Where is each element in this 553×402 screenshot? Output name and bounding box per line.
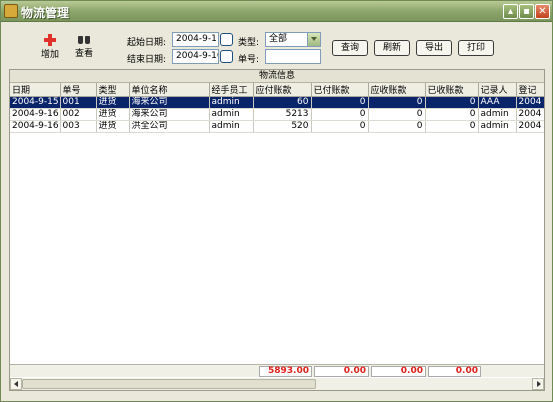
table-cell: 0 [368, 108, 426, 121]
table-cell: 2004 [516, 120, 544, 133]
table-cell: 0 [368, 96, 426, 109]
column-header[interactable]: 记录人 [478, 83, 517, 97]
column-header[interactable]: 单号 [60, 83, 97, 97]
scroll-right-icon[interactable] [532, 378, 544, 390]
binoculars-icon [78, 34, 90, 45]
column-header[interactable]: 经手员工 [209, 83, 254, 97]
table-cell: 60 [253, 96, 312, 109]
table-cell: admin [478, 108, 517, 121]
table-cell: admin [209, 120, 254, 133]
table-cell: 海来公司 [129, 96, 210, 109]
column-header[interactable]: 已付账款 [311, 83, 369, 97]
table-cell: 0 [311, 96, 369, 109]
number-label: 单号: [238, 55, 260, 65]
column-header[interactable]: 登记 [516, 83, 544, 97]
column-header[interactable]: 已收账款 [425, 83, 479, 97]
start-date-input[interactable]: 2004-9-1 [172, 32, 219, 47]
table-cell: admin [209, 108, 254, 121]
table-body: 2004-9-15 001 进货 海来公司 admin 60 0 0 0 AAA 2004 2004-… [10, 96, 544, 133]
table-cell: admin [478, 120, 517, 133]
window-title: 物流管理 [21, 6, 70, 20]
type-select-value: 全部 [269, 34, 288, 44]
close-button[interactable]: ✕ [535, 4, 550, 19]
column-header[interactable]: 单位名称 [129, 83, 210, 97]
add-button[interactable]: 增加 [37, 34, 63, 60]
scroll-thumb[interactable] [22, 379, 316, 389]
grid-caption: 物流信息 [10, 70, 544, 83]
logistics-window: 物流管理 ▴ ▪ ✕ 增加 查看 起始日期: 2004-9-1 类型: 全部 结… [0, 0, 553, 402]
table-cell: 2004-9-15 [10, 96, 61, 109]
maximize-button[interactable]: ▪ [519, 4, 534, 19]
add-icon [44, 34, 56, 46]
view-label: 查看 [74, 49, 93, 59]
table-cell: 0 [425, 120, 479, 133]
table-cell: 0 [425, 96, 479, 109]
end-date-input[interactable]: 2004-9-16 [172, 49, 219, 64]
table-cell: 520 [253, 120, 312, 133]
export-button[interactable]: 导出 [416, 40, 452, 56]
table-row[interactable]: 2004-9-15 001 进货 海来公司 admin 60 0 0 0 AAA 2004 [10, 96, 544, 109]
table-cell: 003 [60, 120, 97, 133]
refresh-button[interactable]: 刷新 [374, 40, 410, 56]
start-date-checkbox[interactable] [220, 33, 233, 46]
type-label: 类型: [238, 38, 260, 48]
add-label: 增加 [40, 50, 59, 60]
table-cell: 2004-9-16 [10, 120, 61, 133]
table-cell: 2004 [516, 108, 544, 121]
table-cell: 进货 [96, 96, 130, 109]
print-button[interactable]: 打印 [458, 40, 494, 56]
table-cell: AAA [478, 96, 517, 109]
end-date-label: 结束日期: [127, 55, 167, 65]
table-cell: 2004-9-16 [10, 108, 61, 121]
number-input[interactable] [265, 49, 321, 64]
table-row[interactable]: 2004-9-16 003 进货 洪全公司 admin 520 0 0 0 admin 2004 [10, 120, 544, 133]
total-receivable: 0.00 [371, 366, 426, 377]
table-cell: 进货 [96, 120, 130, 133]
table-header: 日期 单号 类型 单位名称 经手员工 应付账款 已付账款 应收账款 已收账款 记录人 登记 [10, 83, 544, 97]
column-header[interactable]: 类型 [96, 83, 130, 97]
logistics-table: 日期 单号 类型 单位名称 经手员工 应付账款 已付账款 应收账款 已收账款 记录人 登记 2004… [10, 83, 544, 133]
horizontal-scrollbar[interactable] [10, 378, 544, 390]
logistics-grid[interactable]: 物流信息 日期 单号 类型 单位名称 经手员工 应付账款 已付账款 应收账款 已收账款 记录人 登记… [9, 69, 545, 391]
title-bar[interactable]: 物流管理 ▴ ▪ ✕ [1, 1, 552, 22]
table-cell: 002 [60, 108, 97, 121]
end-date-checkbox[interactable] [220, 50, 233, 63]
minimize-button[interactable]: ▴ [503, 4, 518, 19]
table-cell: 001 [60, 96, 97, 109]
table-row[interactable]: 2004-9-16 002 进货 海来公司 admin 5213 0 0 0 admin 2004 [10, 108, 544, 121]
column-header[interactable]: 应付账款 [253, 83, 312, 97]
table-cell: 0 [425, 108, 479, 121]
app-icon [4, 4, 18, 18]
total-received: 0.00 [428, 366, 481, 377]
table-cell: 海来公司 [129, 108, 210, 121]
total-paid: 0.00 [314, 366, 369, 377]
table-cell: 0 [368, 120, 426, 133]
totals-bar: 5893.00 0.00 0.00 0.00 [10, 364, 544, 377]
column-header[interactable]: 日期 [10, 83, 61, 97]
table-cell: 0 [311, 120, 369, 133]
table-cell: 洪全公司 [129, 120, 210, 133]
scroll-left-icon[interactable] [10, 378, 22, 390]
view-button[interactable]: 查看 [71, 34, 97, 59]
total-payable: 5893.00 [259, 366, 312, 377]
chevron-down-icon[interactable] [307, 33, 320, 46]
start-date-label: 起始日期: [127, 38, 167, 48]
query-button[interactable]: 查询 [332, 40, 368, 56]
table-cell: 5213 [253, 108, 312, 121]
table-cell: admin [209, 96, 254, 109]
table-cell: 2004 [516, 96, 544, 109]
table-cell: 0 [311, 108, 369, 121]
table-cell: 进货 [96, 108, 130, 121]
column-header[interactable]: 应收账款 [368, 83, 426, 97]
type-select[interactable]: 全部 [265, 32, 321, 47]
